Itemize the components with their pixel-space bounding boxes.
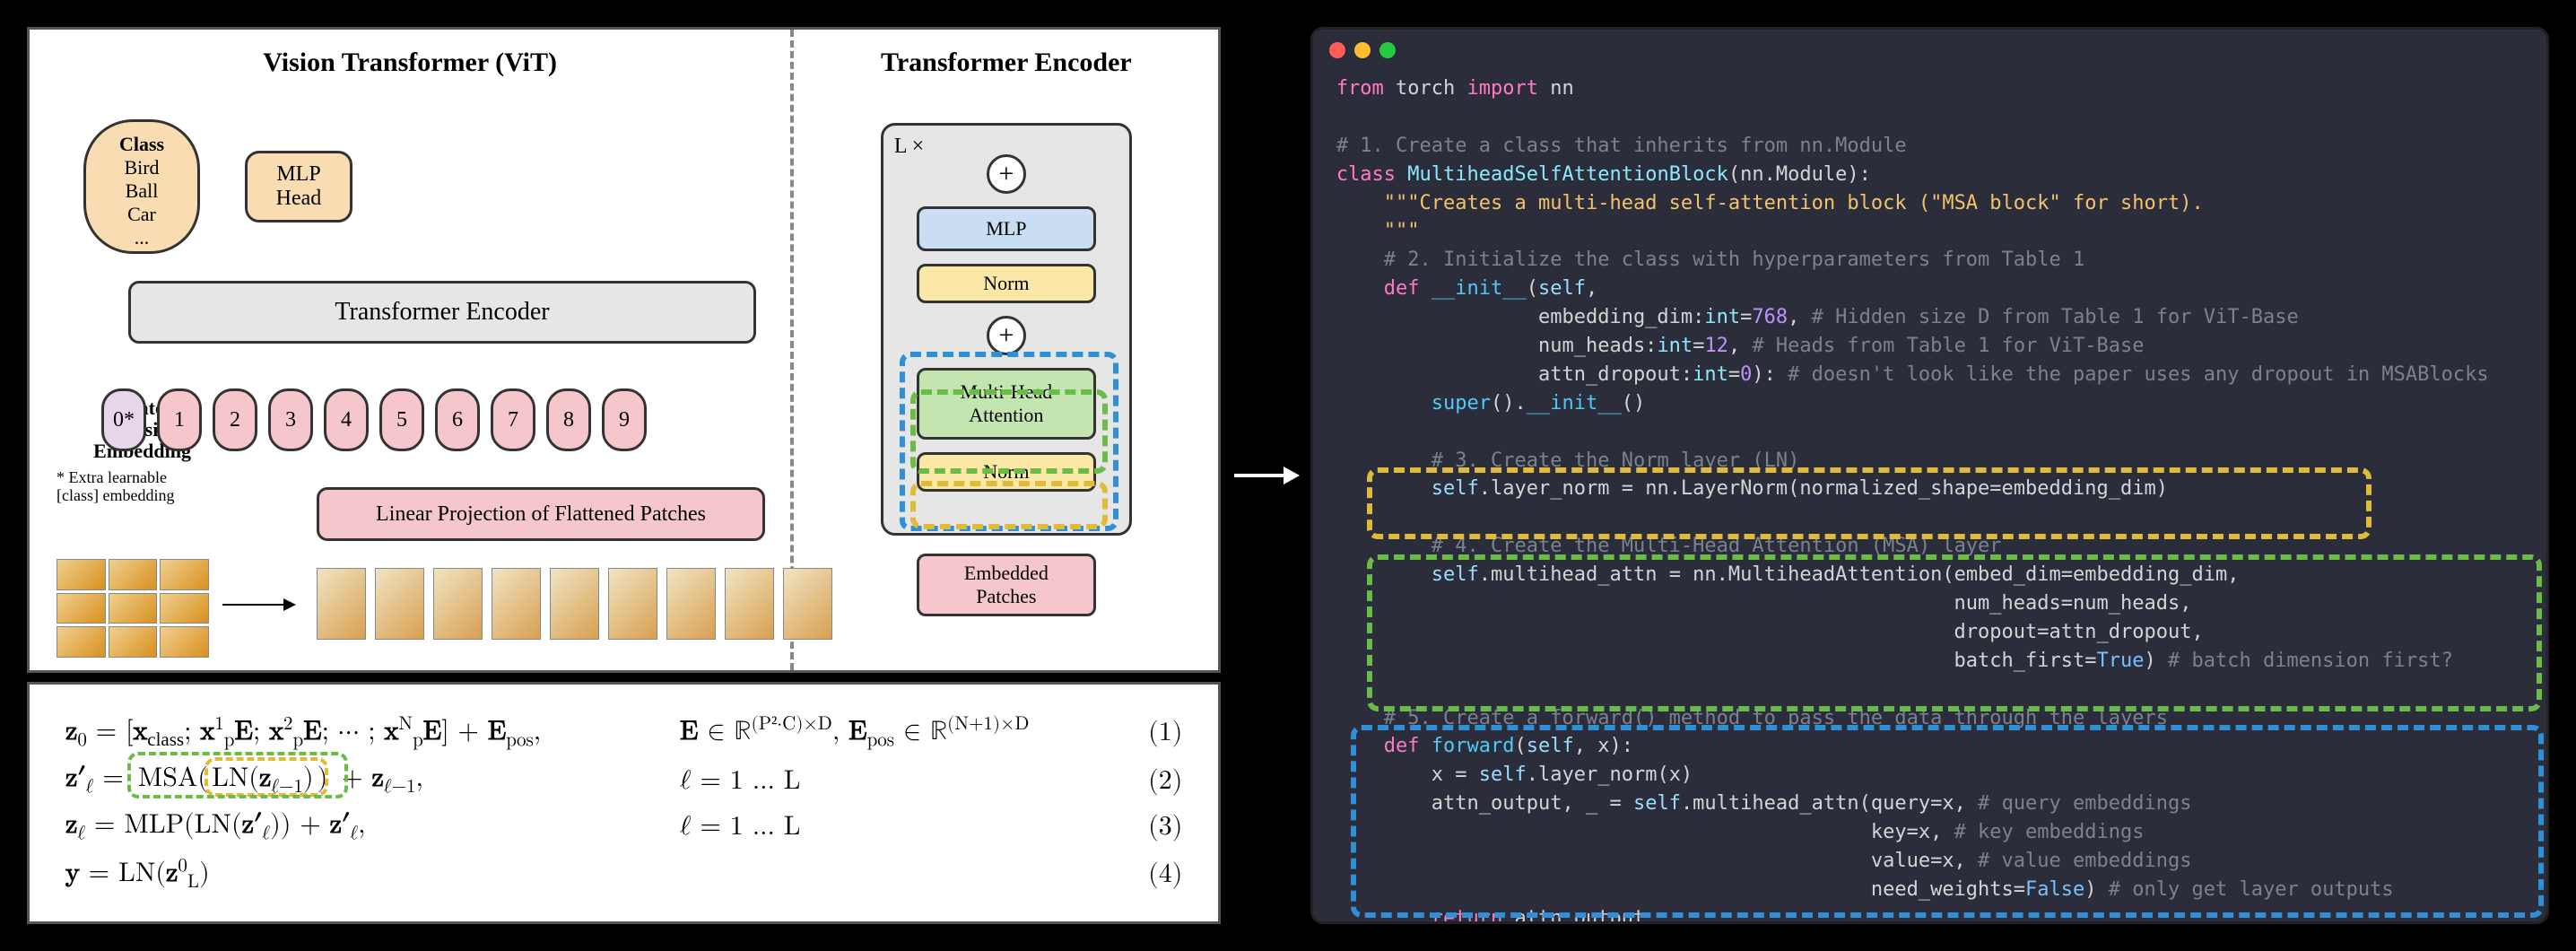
token: 7 <box>491 388 535 451</box>
close-icon[interactable] <box>1329 42 1345 58</box>
arrow-icon <box>222 604 294 606</box>
repeat-label: L × <box>894 135 924 159</box>
embedded-patches-block: Embedded Patches <box>917 554 1096 616</box>
norm-block-upper: Norm <box>917 264 1096 303</box>
vit-title: Vision Transformer (ViT) <box>263 48 557 78</box>
extra-class-note: * Extra learnable [class] embedding <box>57 469 236 505</box>
token: 1 <box>157 388 202 451</box>
patch-strip-icon <box>317 568 832 640</box>
window-controls <box>1329 42 1396 58</box>
class-item: ... <box>135 226 150 249</box>
figure-panel: Vision Transformer (ViT) Class Bird Ball… <box>27 27 1221 673</box>
mlp-block: MLP <box>917 206 1096 251</box>
residual-add-icon: + <box>987 154 1026 194</box>
class-item: Ball <box>126 179 159 203</box>
equations-panel: z0 = [xclass; x1pE; x2pE; ⋯ ; xNpE] + Ep… <box>27 682 1221 924</box>
transformer-encoder-block: Transformer Encoder <box>128 281 756 344</box>
encoder-stack: L × + MLP Norm + Multi-Head Attention No… <box>881 123 1132 536</box>
token: 3 <box>268 388 313 451</box>
encoder-diagram: Transformer Encoder L × + MLP Norm + Mul… <box>794 30 1218 670</box>
equation-4: y = LN(z0L) (4) <box>65 855 1182 894</box>
norm-block-lower: Norm <box>917 452 1096 492</box>
code-body: from torch import nn # 1. Create a class… <box>1313 74 2546 921</box>
residual-add-icon: + <box>987 316 1026 355</box>
left-column: Vision Transformer (ViT) Class Bird Ball… <box>27 27 1221 924</box>
patch-grid-icon <box>57 559 209 658</box>
class-header: Class <box>119 133 164 156</box>
multihead-attention-block: Multi-Head Attention <box>917 368 1096 440</box>
vit-diagram: Vision Transformer (ViT) Class Bird Ball… <box>30 30 790 670</box>
equation-1: z0 = [xclass; x1pE; x2pE; ⋯ ; xNpE] + Ep… <box>65 712 1182 752</box>
token: 4 <box>324 388 369 451</box>
token-0-class: 0* <box>101 388 146 451</box>
class-output-box: Class Bird Ball Car ... <box>83 119 200 254</box>
maximize-icon[interactable] <box>1379 42 1396 58</box>
equation-3: zℓ = MLP(LN(z′ℓ)) + z′ℓ, ℓ = 1 … L (3) <box>65 808 1182 845</box>
linear-projection-block: Linear Projection of Flattened Patches <box>317 487 765 541</box>
token-row: 0* 1 2 3 4 5 6 7 8 9 <box>101 388 647 451</box>
token: 5 <box>379 388 424 451</box>
minimize-icon[interactable] <box>1354 42 1371 58</box>
mapping-arrow-icon <box>1221 458 1310 493</box>
mlp-head-block: MLP Head <box>245 151 352 222</box>
token: 6 <box>435 388 480 451</box>
token: 9 <box>602 388 647 451</box>
token: 2 <box>213 388 257 451</box>
class-item: Bird <box>124 156 159 179</box>
class-item: Car <box>127 203 156 226</box>
encoder-title: Transformer Encoder <box>881 48 1132 78</box>
token: 8 <box>546 388 591 451</box>
code-editor-panel: from torch import nn # 1. Create a class… <box>1310 27 2549 924</box>
equation-2: z′ℓ = MSA(LN(zℓ−1)) + zℓ−1, ℓ = 1 … L (2… <box>65 762 1182 798</box>
